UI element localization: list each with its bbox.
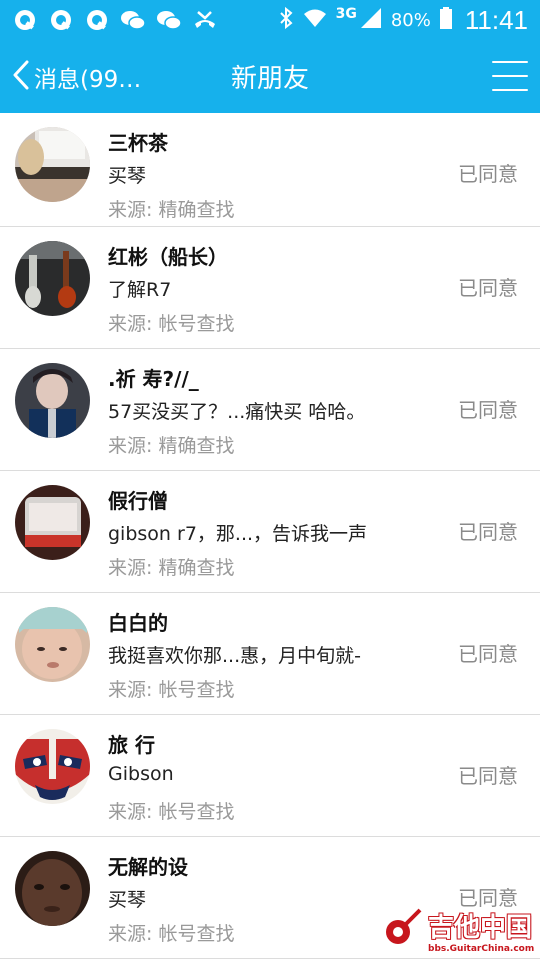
wifi-icon — [302, 7, 328, 34]
request-message: 买琴 — [108, 165, 147, 187]
list-item[interactable]: 旅 行 Gibson 来源: 帐号查找 已同意 — [0, 715, 540, 837]
request-source: 来源: 精确查找 — [108, 557, 235, 579]
status-label: 已同意 — [458, 162, 518, 186]
status-label: 已同意 — [458, 642, 518, 666]
qq-icon — [48, 7, 74, 33]
watermark-logo: 吉他中国 bbs.GuitarChina.com — [382, 907, 534, 954]
clock: 11:41 — [464, 4, 528, 35]
request-name: 假行僧 — [108, 489, 168, 513]
status-label: 已同意 — [458, 764, 518, 788]
request-name: 旅 行 — [108, 733, 155, 757]
status-label: 已同意 — [458, 398, 518, 422]
request-source: 来源: 精确查找 — [108, 435, 235, 457]
menu-line — [492, 61, 528, 63]
system-status: 3G 80% 11:41 — [278, 5, 528, 36]
request-source: 来源: 帐号查找 — [108, 801, 235, 823]
avatar[interactable] — [15, 485, 90, 560]
watermark-url: bbs.GuitarChina.com — [428, 943, 535, 954]
request-name: .祈 寿?//_ — [108, 367, 199, 391]
status-bar: 3G 80% 11:41 — [0, 0, 540, 40]
list-item[interactable]: 三杯茶 买琴 来源: 精确查找 已同意 — [0, 113, 540, 227]
notification-icons — [12, 7, 218, 33]
list-item[interactable]: 白白的 我挺喜欢你那...惠，月中旬就- 来源: 帐号查找 已同意 — [0, 593, 540, 715]
qq-icon — [84, 7, 110, 33]
request-source: 来源: 帐号查找 — [108, 679, 235, 701]
guitar-logo-icon — [382, 908, 422, 952]
status-label: 已同意 — [458, 276, 518, 300]
request-message: 买琴 — [108, 889, 147, 911]
menu-button[interactable] — [492, 58, 528, 94]
list-item[interactable]: .祈 寿?//_ 57买没买了？...痛快买 哈哈。 来源: 精确查找 已同意 — [0, 349, 540, 471]
request-source: 来源: 精确查找 — [108, 199, 235, 221]
avatar[interactable] — [15, 607, 90, 682]
friend-request-list: 三杯茶 买琴 来源: 精确查找 已同意 红彬（船长） 了解R7 来源: 帐号查找… — [0, 113, 540, 959]
request-message: 我挺喜欢你那...惠，月中旬就- — [108, 645, 361, 667]
wechat-icon — [156, 7, 182, 33]
avatar[interactable] — [15, 241, 90, 316]
bluetooth-icon — [278, 6, 294, 35]
request-message: gibson r7，那...，告诉我一声 — [108, 523, 368, 545]
request-source: 来源: 帐号查找 — [108, 313, 235, 335]
network-type: 3G — [335, 6, 357, 22]
avatar[interactable] — [15, 363, 90, 438]
signal-icon — [359, 7, 383, 34]
avatar[interactable] — [15, 127, 90, 202]
watermark-text: 吉他中国 bbs.GuitarChina.com — [428, 907, 534, 954]
menu-line — [492, 89, 528, 91]
status-label: 已同意 — [458, 520, 518, 544]
avatar[interactable] — [15, 729, 90, 804]
request-message: 了解R7 — [108, 279, 172, 301]
back-label: 消息(99… — [34, 66, 142, 93]
wechat-icon — [120, 7, 146, 33]
request-source: 来源: 帐号查找 — [108, 923, 235, 945]
request-message: Gibson — [108, 763, 174, 785]
avatar[interactable] — [15, 851, 90, 926]
chevron-left-icon — [12, 59, 30, 95]
nav-bar: 消息(99… 新朋友 — [0, 40, 540, 113]
request-name: 三杯茶 — [108, 131, 168, 155]
list-item[interactable]: 假行僧 gibson r7，那...，告诉我一声 来源: 精确查找 已同意 — [0, 471, 540, 593]
request-message: 57买没买了？...痛快买 哈哈。 — [108, 401, 366, 423]
battery-icon — [439, 6, 453, 35]
watermark-title: 吉他中国 — [428, 912, 533, 943]
request-name: 白白的 — [108, 611, 168, 635]
qq-icon — [12, 7, 38, 33]
menu-line — [492, 75, 528, 77]
back-button[interactable]: 消息(99… — [12, 40, 141, 113]
battery-percent: 80% — [390, 9, 431, 31]
list-item[interactable]: 红彬（船长） 了解R7 来源: 帐号查找 已同意 — [0, 227, 540, 349]
missed-call-icon — [192, 7, 218, 33]
request-name: 红彬（船长） — [108, 245, 228, 269]
request-name: 无解的设 — [108, 855, 188, 879]
